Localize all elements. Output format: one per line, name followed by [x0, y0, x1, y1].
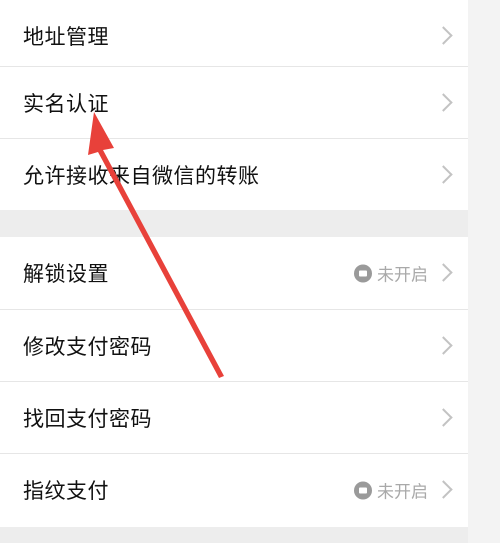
- chevron-right-icon: [434, 480, 453, 499]
- lock-icon: [354, 264, 372, 282]
- row-allow-wechat-transfer[interactable]: 允许接收来自微信的转账: [0, 139, 468, 211]
- row-fingerprint-payment[interactable]: 指纹支付 未开启: [0, 454, 468, 526]
- row-label: 修改支付密码: [23, 335, 152, 359]
- chevron-right-icon: [434, 26, 453, 45]
- row-address-management[interactable]: 地址管理: [0, 0, 468, 72]
- chevron-right-icon: [434, 408, 453, 427]
- status-badge: 未开启: [354, 478, 428, 503]
- row-change-payment-password[interactable]: 修改支付密码: [0, 310, 468, 382]
- chevron-right-icon: [434, 336, 453, 355]
- chevron-right-icon: [434, 263, 453, 282]
- lock-icon: [354, 481, 372, 499]
- row-label: 指纹支付: [23, 479, 109, 503]
- settings-panel: 地址管理 实名认证 允许接收来自微信的转账 解锁设置 未开启 修改支付密码 找回…: [0, 0, 468, 543]
- settings-group-account: 地址管理 实名认证 允许接收来自微信的转账: [0, 0, 468, 210]
- status-badge: 未开启: [354, 261, 428, 286]
- row-label: 地址管理: [23, 25, 109, 49]
- row-label: 实名认证: [23, 92, 109, 116]
- row-recover-payment-password[interactable]: 找回支付密码: [0, 382, 468, 454]
- row-label: 解锁设置: [23, 262, 109, 286]
- row-unlock-settings[interactable]: 解锁设置 未开启: [0, 237, 468, 309]
- row-label: 允许接收来自微信的转账: [23, 164, 260, 188]
- status-text: 未开启: [377, 482, 428, 503]
- settings-group-security: 解锁设置 未开启 修改支付密码 找回支付密码 指纹支付 未开启: [0, 237, 468, 527]
- bottom-spacer: [0, 527, 468, 543]
- status-text: 未开启: [377, 265, 428, 286]
- row-real-name-verification[interactable]: 实名认证: [0, 67, 468, 139]
- right-gutter: [468, 0, 500, 543]
- chevron-right-icon: [434, 165, 453, 184]
- row-label: 找回支付密码: [23, 407, 152, 431]
- chevron-right-icon: [434, 93, 453, 112]
